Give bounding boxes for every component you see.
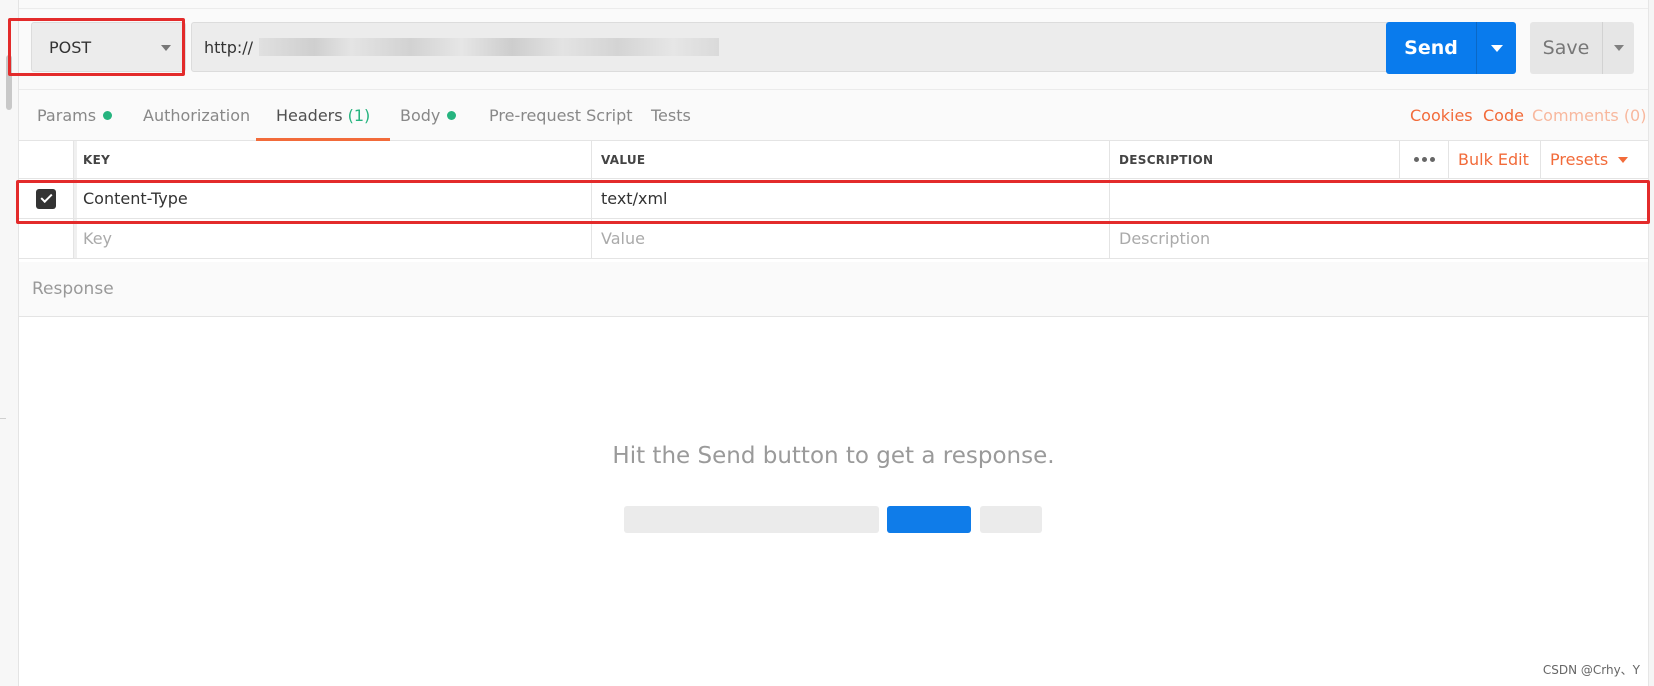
new-key-field[interactable]: Key (73, 219, 591, 258)
status-dot-icon (447, 111, 457, 120)
url-value: http:// (204, 37, 254, 57)
send-button-group: Send (1386, 22, 1516, 74)
placeholder-bar (980, 506, 1042, 533)
comments-link[interactable]: Comments (0) (1532, 90, 1646, 141)
tab-label: Tests (651, 106, 691, 125)
chevron-down-icon (1613, 45, 1624, 51)
right-scrollbar[interactable] (1648, 0, 1654, 686)
cookies-link[interactable]: Cookies (1410, 90, 1473, 141)
header-key-field[interactable]: Content-Type (73, 179, 591, 218)
header-description-field[interactable] (1109, 179, 1648, 218)
send-options-button[interactable] (1476, 22, 1516, 74)
url-input[interactable]: http:// (191, 22, 1391, 72)
row-check-cell (19, 179, 73, 218)
tab-tests[interactable]: Tests (651, 90, 691, 141)
presets-label: Presets (1550, 150, 1609, 169)
method-value: POST (49, 37, 92, 57)
header-value-field[interactable]: text/xml (591, 179, 1109, 218)
table-row: Content-Type text/xml (19, 179, 1648, 219)
ellipsis-icon (1413, 157, 1435, 162)
chevron-down-icon (1618, 156, 1629, 163)
tab-authorization[interactable]: Authorization (143, 90, 250, 141)
table-header-row: KEY VALUE DESCRIPTION Bulk Edit Presets (19, 141, 1648, 179)
new-value-field[interactable]: Value (591, 219, 1109, 258)
save-button-group: Save (1530, 22, 1634, 74)
header-check-cell (19, 141, 73, 178)
column-header-description: DESCRIPTION (1109, 141, 1399, 178)
send-button[interactable]: Send (1386, 22, 1476, 74)
checkmark-icon (39, 190, 53, 204)
more-options-button[interactable] (1399, 141, 1448, 178)
tab-label: Pre-request Script (489, 106, 633, 125)
divider (0, 418, 6, 419)
left-scrollbar[interactable] (0, 0, 19, 686)
headers-table: KEY VALUE DESCRIPTION Bulk Edit Presets … (19, 141, 1648, 259)
status-dot-icon (103, 111, 113, 120)
tab-label: Headers (276, 106, 343, 125)
tab-count-badge: (1) (347, 106, 371, 125)
new-description-field[interactable]: Description (1109, 219, 1648, 258)
chevron-down-icon (161, 45, 171, 51)
tab-headers[interactable]: Headers (1) (255, 90, 391, 141)
table-row-new: Key Value Description (19, 219, 1648, 259)
presets-dropdown[interactable]: Presets (1540, 141, 1648, 178)
row-enabled-checkbox[interactable] (36, 188, 56, 209)
tab-label: Authorization (143, 106, 251, 125)
watermark: CSDN @Crhy、Y (1542, 663, 1640, 677)
response-title: Response (32, 279, 114, 299)
postman-window: POST http:// Send Save Params Authorizat (0, 0, 1654, 686)
column-header-value: VALUE (591, 141, 1109, 178)
tab-label: Params (37, 106, 97, 125)
divider (19, 8, 1648, 9)
tab-params[interactable]: Params (37, 90, 113, 141)
request-bar: POST http:// Send Save (19, 0, 1648, 90)
request-tabs: Params Authorization Headers (1) Body Pr… (19, 90, 1648, 141)
response-pane: Hit the Send button to get a response. (19, 318, 1648, 686)
scrollbar-thumb[interactable] (6, 55, 12, 110)
row-check-cell (19, 219, 73, 258)
response-header: Response (19, 262, 1648, 317)
empty-response-message: Hit the Send button to get a response. (612, 443, 1055, 469)
save-options-button[interactable] (1602, 22, 1634, 74)
tab-body[interactable]: Body (400, 90, 457, 141)
column-header-key: KEY (73, 141, 591, 178)
bulk-edit-button[interactable]: Bulk Edit (1448, 141, 1540, 178)
method-select[interactable]: POST (31, 22, 186, 72)
save-button[interactable]: Save (1530, 22, 1602, 74)
placeholder-bar (624, 506, 879, 533)
code-link[interactable]: Code (1483, 90, 1524, 141)
tab-label: Body (400, 106, 441, 125)
placeholder-button (887, 506, 971, 533)
redacted-url (259, 38, 720, 56)
tab-pre-request-script[interactable]: Pre-request Script (489, 90, 633, 141)
chevron-down-icon (1490, 44, 1503, 52)
